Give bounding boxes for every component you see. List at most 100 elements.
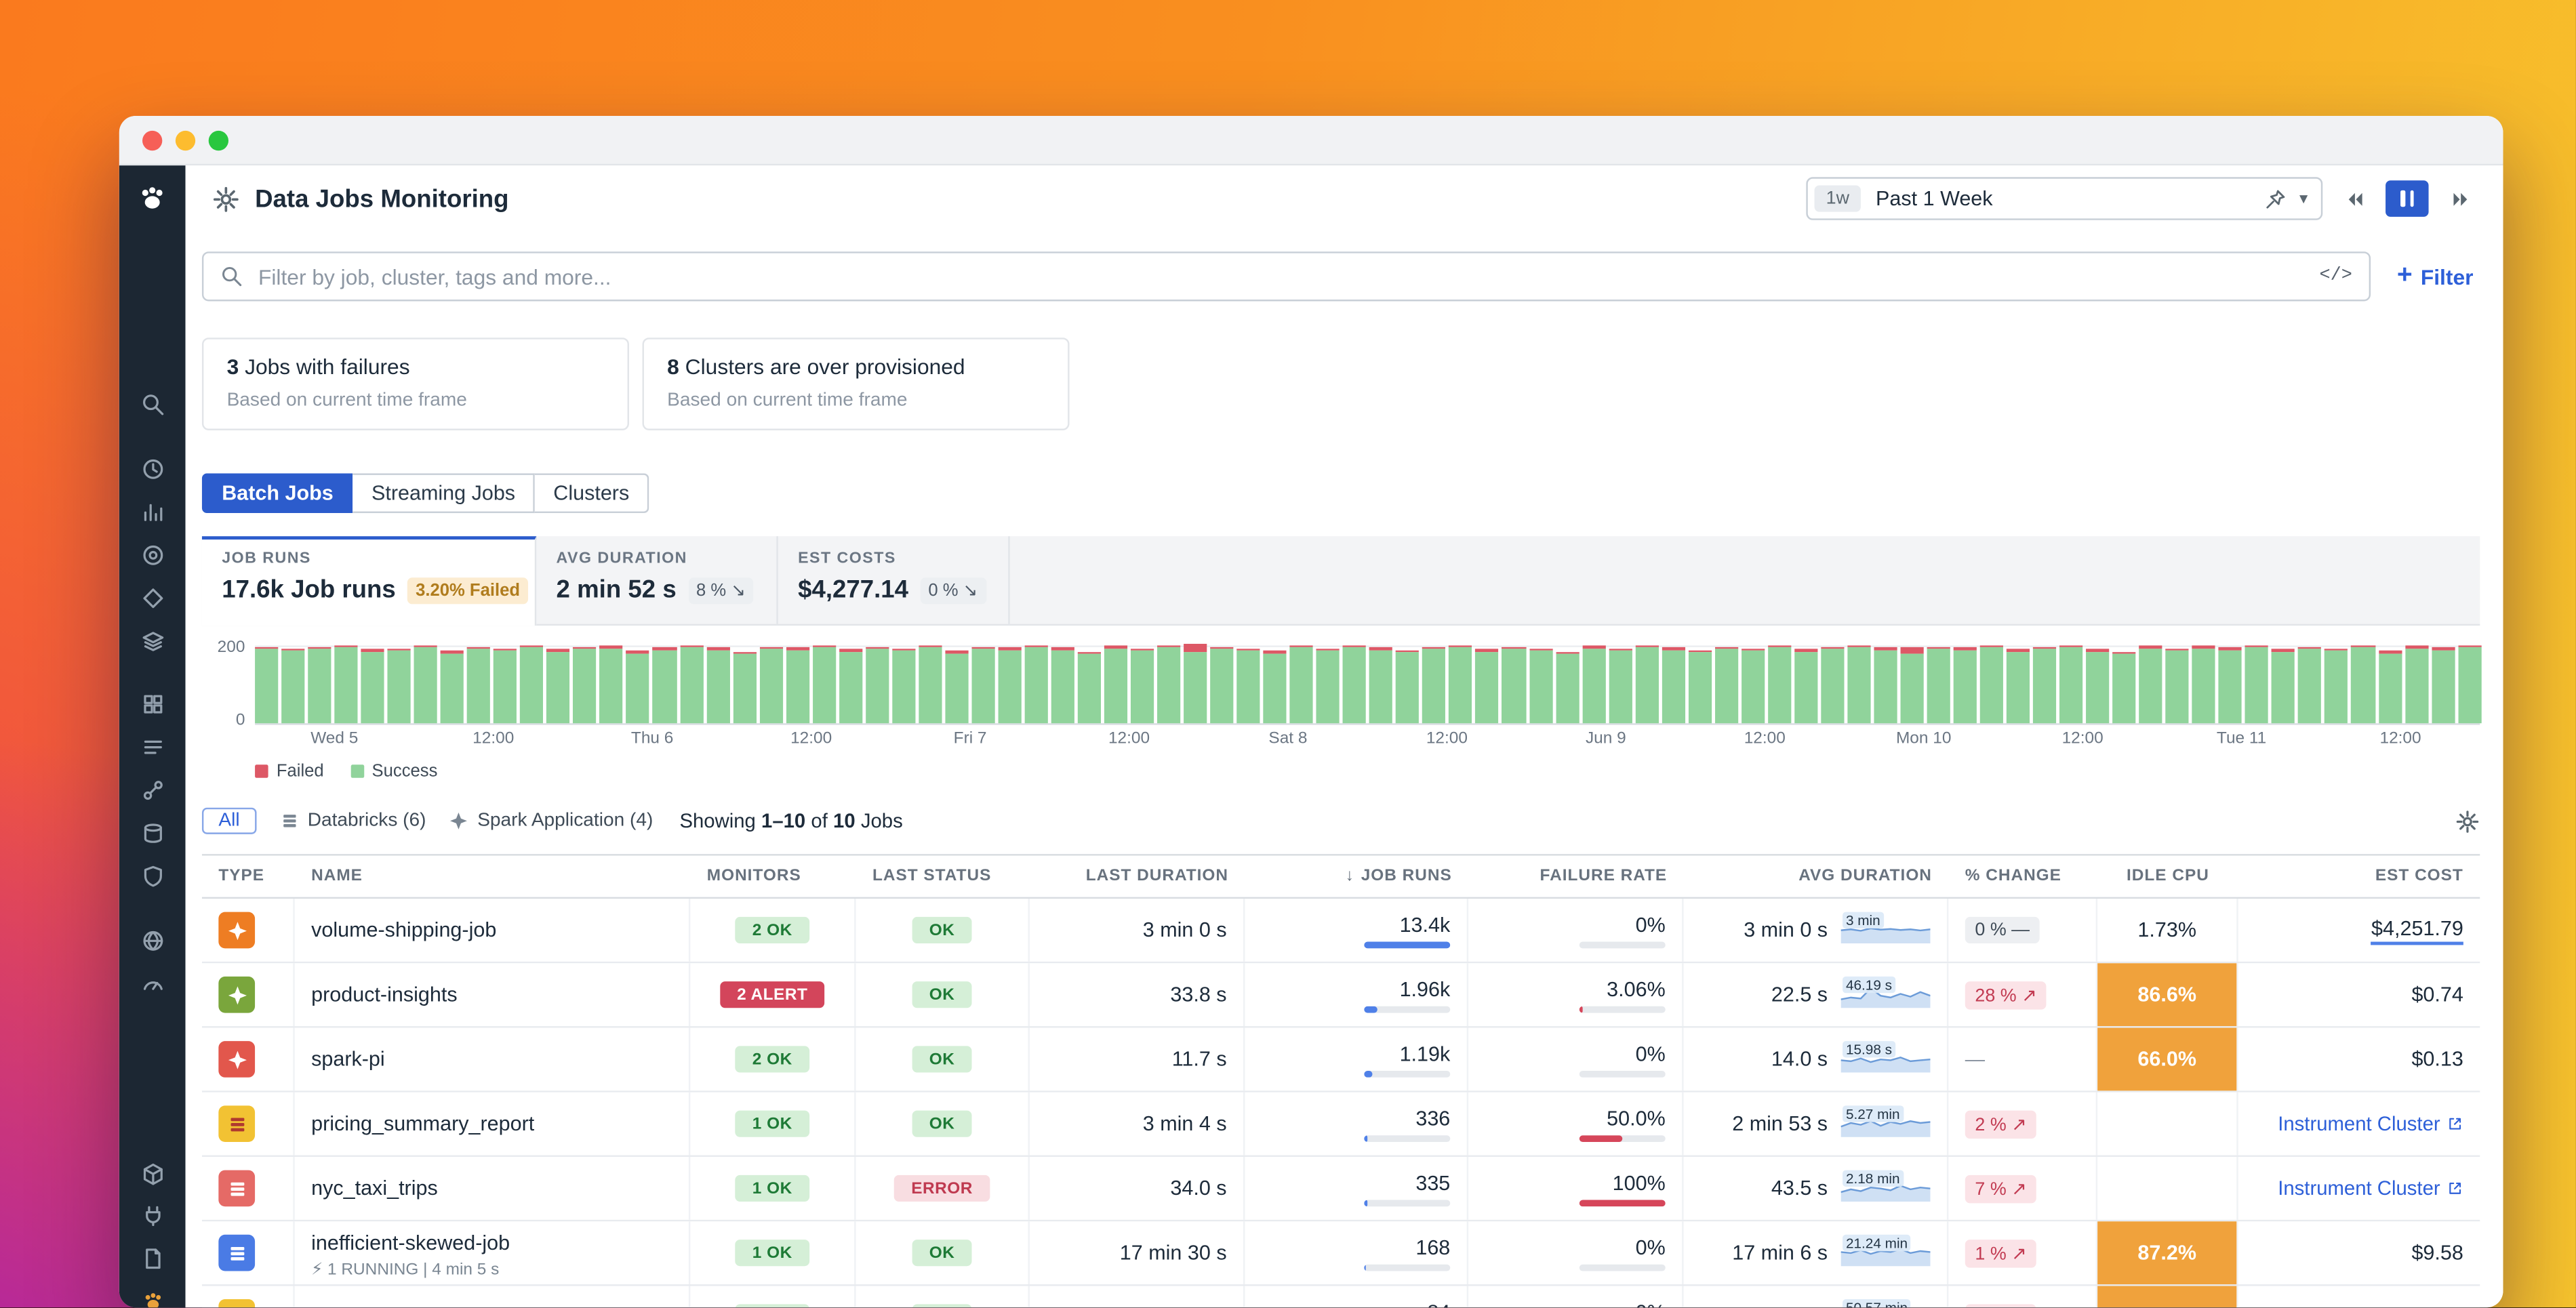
instrument-cluster-link[interactable]: Instrument Cluster [2278, 1177, 2463, 1200]
chart-bar[interactable] [2059, 645, 2082, 723]
chart-bar[interactable] [892, 649, 915, 723]
chart-bar[interactable] [626, 651, 649, 724]
chart-bar[interactable] [1290, 645, 1313, 723]
chart-bar[interactable] [1369, 647, 1392, 723]
chart-bar[interactable] [600, 646, 623, 723]
table-row[interactable]: profit_measure_by_product_type1 OKOK43 m… [202, 1286, 2480, 1308]
summary-card-overprovisioned[interactable]: 8 Clusters are over provisioned Based on… [643, 338, 1070, 430]
chart-bar[interactable] [281, 649, 304, 724]
ci-icon[interactable] [131, 1153, 174, 1193]
chart-bar[interactable] [1449, 646, 1472, 723]
column-header-last-status[interactable]: LAST STATUS [856, 856, 1030, 897]
chart-bar[interactable] [1662, 647, 1685, 723]
chart-bar[interactable] [2272, 649, 2295, 723]
filter-search-bar[interactable]: </> [202, 251, 2371, 301]
job-name-link[interactable]: nyc_taxi_trips [311, 1177, 438, 1200]
search-input[interactable] [258, 264, 2305, 289]
job-name-link[interactable]: pricing_summary_report [311, 1112, 534, 1135]
chart-bar[interactable] [1316, 649, 1340, 724]
job-name-link[interactable]: volume-shipping-job [311, 918, 496, 941]
chart-bar[interactable] [1502, 647, 1525, 723]
chart-bar[interactable] [1900, 647, 1923, 723]
chart-bar[interactable] [2033, 647, 2056, 723]
job-name-link[interactable]: profit_measure_by_product_type [311, 1306, 613, 1307]
datadog-logo-icon[interactable] [136, 182, 169, 216]
chart-bar[interactable] [1210, 647, 1233, 723]
chart-bar[interactable] [1051, 647, 1074, 723]
chart-bar[interactable] [2192, 646, 2215, 723]
chart-bar[interactable] [1741, 648, 1764, 723]
column-header--change[interactable]: % CHANGE [1948, 856, 2097, 897]
chart-bar[interactable] [1529, 648, 1552, 723]
table-row[interactable]: spark-pi2 OKOK11.7 s1.19k0%14.0 s15.98 s… [202, 1028, 2480, 1092]
time-range-chip[interactable]: 1w [1815, 186, 1861, 212]
chart-bar[interactable] [2086, 649, 2109, 723]
time-range-picker[interactable]: 1w Past 1 Week ▾ [1806, 177, 2322, 220]
pause-button[interactable] [2386, 180, 2428, 217]
column-header-idle-cpu[interactable]: IDLE CPU [2097, 856, 2238, 897]
chart-bar[interactable] [759, 647, 782, 723]
chart-bar[interactable] [2458, 646, 2481, 723]
dashboards-icon[interactable] [131, 684, 174, 724]
chart-bar[interactable] [2113, 653, 2136, 723]
chart-bar[interactable] [521, 645, 544, 723]
filter-chip-spark[interactable]: Spark Application (4) [449, 811, 653, 831]
stat-card-est-costs[interactable]: EST COSTS $4,277.14 0 % ↘ [778, 536, 1010, 624]
monitors-icon[interactable] [131, 963, 174, 1003]
job-name-link[interactable]: product-insights [311, 983, 458, 1006]
chart-bar[interactable] [414, 645, 437, 723]
chart-bar[interactable] [971, 647, 994, 723]
chart-bar[interactable] [308, 647, 331, 723]
chart-bar[interactable] [547, 649, 570, 723]
chart-bar[interactable] [1184, 644, 1207, 723]
job-name-link[interactable]: spark-pi [311, 1048, 385, 1071]
chart-bar[interactable] [733, 651, 756, 723]
job-name-link[interactable]: inefficient-skewed-job [311, 1231, 510, 1254]
security-icon[interactable] [131, 856, 174, 896]
chart-bar[interactable] [1396, 651, 1420, 723]
tab-streaming-jobs[interactable]: Streaming Jobs [353, 473, 535, 513]
tab-batch-jobs[interactable]: Batch Jobs [202, 473, 353, 513]
apm-icon[interactable] [131, 577, 174, 617]
chart-bar[interactable] [1980, 646, 2003, 723]
chart-bar[interactable] [361, 649, 384, 724]
chart-bar[interactable] [388, 648, 411, 723]
tab-clusters[interactable]: Clusters [535, 473, 649, 513]
chart-bar[interactable] [1343, 645, 1366, 723]
chart-bar[interactable] [679, 646, 702, 723]
stat-card-avg-duration[interactable]: AVG DURATION 2 min 52 s 8 % ↘ [536, 536, 778, 624]
chart-bar[interactable] [2007, 649, 2030, 724]
chart-bar[interactable] [1264, 651, 1287, 723]
column-header-type[interactable]: TYPE [202, 856, 295, 897]
table-row[interactable]: inefficient-skewed-job⚡ 1 RUNNING | 4 mi… [202, 1221, 2480, 1286]
add-filter-button[interactable]: + Filter [2397, 263, 2474, 289]
chart-bar[interactable] [1157, 646, 1180, 723]
instrument-cluster-link[interactable]: Instrument Cluster [2278, 1112, 2463, 1135]
chart-bar[interactable] [2166, 649, 2189, 724]
infrastructure-icon[interactable] [131, 621, 174, 661]
chart-bar[interactable] [573, 647, 597, 724]
chart-bar[interactable] [1609, 649, 1632, 723]
chevron-down-icon[interactable]: ▾ [2299, 190, 2308, 208]
filter-chip-databricks[interactable]: Databricks (6) [279, 811, 426, 831]
table-row[interactable]: product-insights2 ALERTOK33.8 s1.96k3.06… [202, 963, 2480, 1027]
chart-bar[interactable] [1131, 648, 1154, 723]
filter-chip-all[interactable]: All [202, 808, 256, 834]
metrics-icon[interactable] [131, 491, 174, 531]
column-header-job-runs[interactable]: ↓JOB RUNS [1245, 856, 1468, 897]
chart-bar[interactable] [1104, 645, 1127, 723]
chart-bar[interactable] [2378, 651, 2401, 724]
watchdog-icon[interactable] [131, 535, 174, 575]
integrations-icon[interactable] [131, 1195, 174, 1235]
est-cost-value[interactable]: $4,251.79 [2371, 916, 2463, 945]
chart-bar[interactable] [1635, 645, 1658, 723]
window-titlebar[interactable] [119, 116, 2503, 165]
chart-bar[interactable] [1847, 645, 1870, 723]
table-row[interactable]: volume-shipping-job2 OKOK3 min 0 s13.4k0… [202, 899, 2480, 963]
chart-bar[interactable] [706, 647, 729, 723]
chart-bar[interactable] [2299, 647, 2322, 723]
zoom-button[interactable] [209, 130, 228, 150]
code-query-icon[interactable]: </> [2319, 266, 2352, 286]
pin-icon[interactable] [2265, 188, 2287, 209]
rewind-button[interactable] [2334, 180, 2374, 217]
